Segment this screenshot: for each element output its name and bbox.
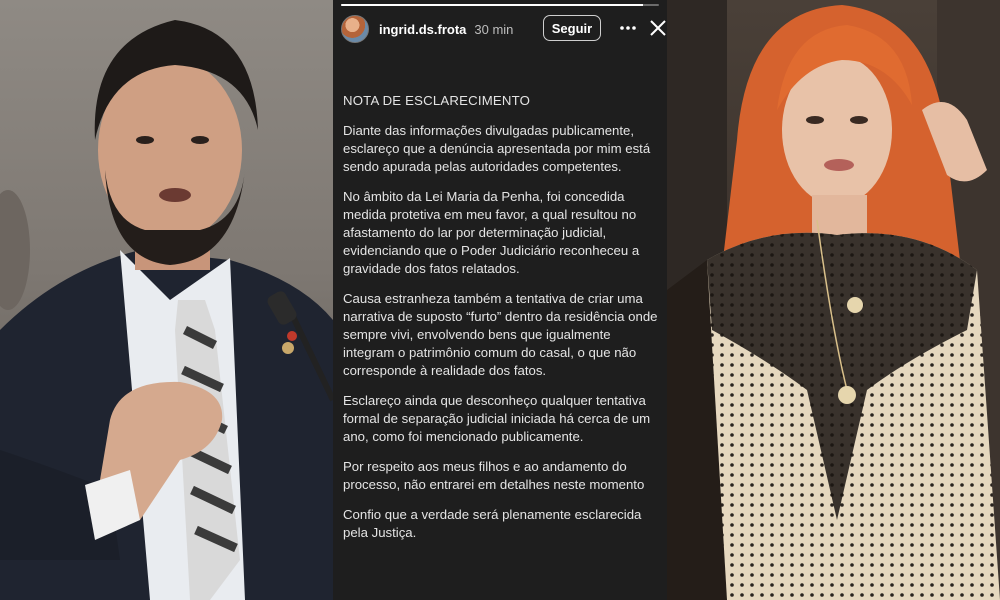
- more-options-icon[interactable]: [619, 18, 637, 38]
- left-photo: [0, 0, 333, 600]
- story-title: NOTA DE ESCLARECIMENTO: [343, 93, 531, 108]
- story-paragraph: Confio que a verdade será plenamente esc…: [343, 507, 642, 540]
- story-progress-fill: [341, 4, 644, 6]
- story-paragraph: Esclareço ainda que desconheço qualquer …: [343, 393, 651, 444]
- story-header: ingrid.ds.frota 30 min Seguir: [333, 12, 667, 46]
- right-photo: [667, 0, 1000, 600]
- follow-button[interactable]: Seguir: [543, 15, 601, 41]
- man-portrait-illustration: [0, 20, 333, 600]
- story-paragraph: Diante das informações divulgadas public…: [343, 123, 651, 174]
- story-username[interactable]: ingrid.ds.frota: [379, 22, 466, 37]
- story-timestamp: 30 min: [474, 21, 514, 37]
- story-paragraph: No âmbito da Lei Maria da Penha, foi con…: [343, 189, 640, 276]
- profile-avatar-icon[interactable]: [341, 15, 369, 43]
- story-paragraph: Causa estranheza também a tentativa de c…: [343, 291, 658, 378]
- story-progress-bar: [341, 4, 659, 6]
- story-paragraph: Por respeito aos meus filhos e ao andame…: [343, 459, 645, 492]
- close-icon[interactable]: [650, 20, 666, 41]
- instagram-story: ingrid.ds.frota 30 min Seguir NOTA DE ES…: [333, 0, 667, 600]
- story-text-body: NOTA DE ESCLARECIMENTO Diante das inform…: [343, 92, 665, 554]
- woman-portrait-illustration: [667, 0, 1000, 600]
